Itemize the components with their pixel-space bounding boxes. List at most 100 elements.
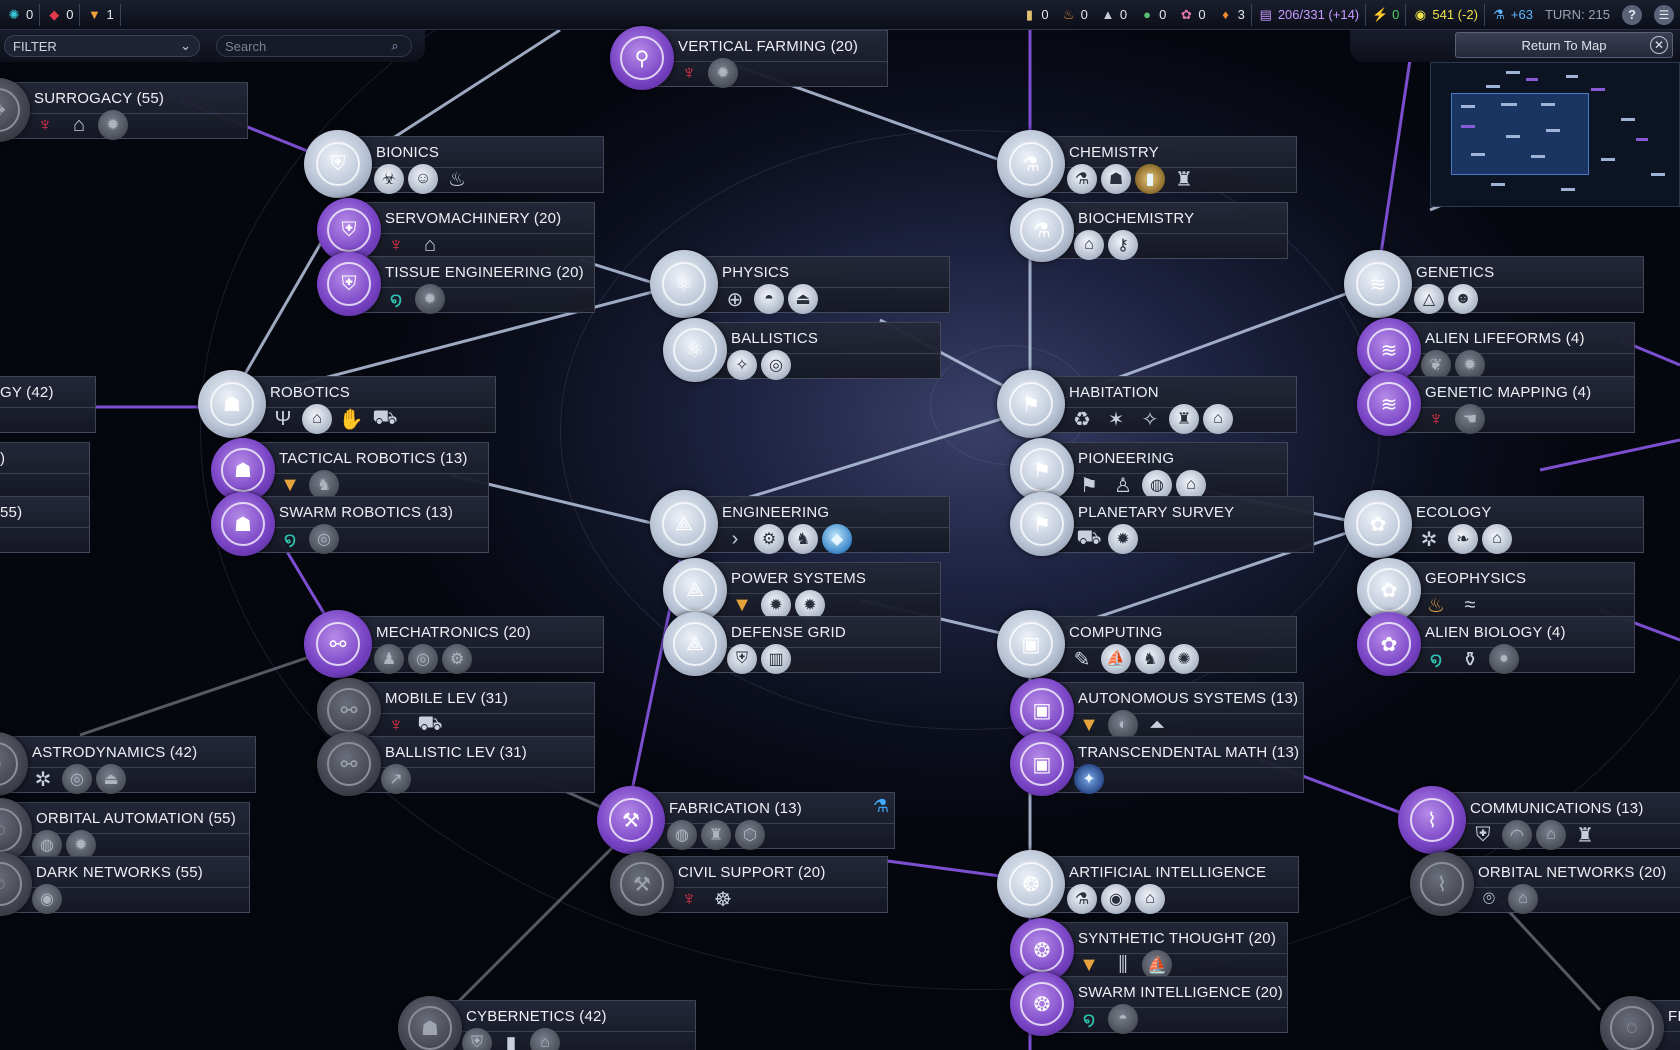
tech-habitation[interactable]: ⚑ HABITATION ♻ ✶ ✧ ♜ ⌂ (997, 370, 1297, 438)
tower-icon[interactable]: ♜ (1570, 820, 1600, 850)
tech-alien-biology[interactable]: ✿ ALIEN BIOLOGY (4) ໑ ⚱ ● (1357, 612, 1635, 676)
building-icon[interactable]: ⌂ (1482, 524, 1512, 554)
menu-button[interactable]: ☰ (1648, 0, 1680, 30)
tech-autonomous-systems[interactable]: ▣ AUTONOMOUS SYSTEMS (13) ▼ ◐ ⏶ (1010, 678, 1304, 742)
tech-tissue-engineering[interactable]: ⛨ TISSUE ENGINEERING (20) ໑ ✹ (317, 252, 595, 316)
tree-icon[interactable]: ✲ (1414, 524, 1444, 554)
bottle-icon[interactable]: ⚱ (1455, 644, 1485, 674)
harmony-affinity-icon[interactable]: ໑ (1074, 1004, 1104, 1034)
house-icon[interactable]: ⌂ (1203, 404, 1233, 434)
tech-astrodynamics[interactable]: ◌ ASTRODYNAMICS (42) ✲ ◎ ⏏ (0, 732, 256, 796)
culture[interactable]: ▤ 206/331 (+14) (1252, 0, 1365, 30)
worker-icon[interactable]: ☸ (708, 884, 738, 914)
orb-icon[interactable]: ◍ (667, 820, 697, 850)
tech-artificial-intelligence[interactable]: ❂ ARTIFICIAL INTELLIGENCE ⚗ ◉ ⌂ (997, 850, 1299, 918)
tech-alien-lifeforms[interactable]: ≋ ALIEN LIFEFORMS (4) ❦ ✹ (1357, 318, 1635, 382)
petroleum-icon[interactable]: ▮ (1135, 164, 1165, 194)
orb-icon[interactable]: ● (1489, 644, 1519, 674)
tech-genetic-mapping[interactable]: ≋ GENETIC MAPPING (4) ♆ ☚ (1357, 372, 1635, 436)
resource-geothermal[interactable]: ♨ 0 (1055, 0, 1094, 30)
building-icon[interactable]: ⌂ (1508, 884, 1538, 914)
arrow-icon[interactable]: › (720, 524, 750, 554)
tech-civil-support[interactable]: ⚒ CIVIL SUPPORT (20) ♆ ☸ (610, 852, 888, 916)
hand-icon[interactable]: ✋ (336, 404, 366, 434)
tech-partial-right[interactable]: ◌ FI (1600, 996, 1680, 1050)
hand-icon[interactable]: ☚ (1455, 404, 1485, 434)
eye-icon[interactable]: ◉ (1101, 884, 1131, 914)
tech-web[interactable]: ✺ 0 ◆ 0 ▼ 1 ▮ 0 ♨ 0 ▲ 0 ● 0 ✿ 0 ♦ 3 ▤ 206/331 (+14… (0, 0, 1680, 1050)
tank-icon[interactable]: ◎ (761, 350, 791, 380)
probe-icon[interactable]: ✎ (1067, 644, 1097, 674)
target-icon[interactable]: ◎ (408, 644, 438, 674)
wonder-icon[interactable]: ✹ (415, 284, 445, 314)
search-icon[interactable]: ⌕ (387, 38, 403, 54)
signal-icon[interactable]: ⌾ (1474, 884, 1504, 914)
tech-engineering[interactable]: ⟁ ENGINEERING › ⚙ ♞ ◆ (650, 490, 950, 558)
triangle-icon[interactable]: △ (1414, 284, 1444, 314)
bug-icon[interactable]: ☗ (1101, 164, 1131, 194)
artillery-icon[interactable]: ↗ (381, 764, 411, 794)
affinity-supremacy[interactable]: ▼ 1 (80, 0, 119, 30)
affinity-harmony[interactable]: ✺ 0 (0, 0, 39, 30)
tech-minimap[interactable] (1430, 62, 1680, 207)
drone-icon[interactable]: ⛟ (370, 404, 400, 434)
eye-icon[interactable]: ◉ (32, 884, 62, 914)
derrick-icon[interactable]: ♜ (1169, 164, 1199, 194)
leaf-icon[interactable]: ❧ (1448, 524, 1478, 554)
tech-swarm-intelligence[interactable]: ❂ SWARM INTELLIGENCE (20) ໑ ◓ (1010, 972, 1288, 1036)
ring-icon[interactable]: ◎ (62, 764, 92, 794)
purity-affinity-icon[interactable]: ♆ (674, 58, 704, 88)
tech-synthetic-thought[interactable]: ❂ SYNTHETIC THOUGHT (20) ▼ ⫼ ⛵ (1010, 918, 1288, 982)
gun-icon[interactable]: ✧ (727, 350, 757, 380)
antenna-icon[interactable]: ◎ (309, 524, 339, 554)
tech-transcendental-math[interactable]: ▣ TRANSCENDENTAL MATH (13) ✦ (1010, 732, 1304, 796)
dome-icon[interactable]: ◓ (754, 284, 784, 314)
resource-floatstone[interactable]: ● 0 (1133, 0, 1172, 30)
ship-icon[interactable]: ⛵ (1101, 644, 1131, 674)
telescope-icon[interactable]: ⚷ (1108, 230, 1138, 260)
resource-titanium[interactable]: ▲ 0 (1094, 0, 1133, 30)
factory-icon[interactable]: ⌂ (302, 404, 332, 434)
lab-icon[interactable]: ♜ (701, 820, 731, 850)
tech-swarm-robotics[interactable]: ☗ SWARM ROBOTICS (13) ໑ ◎ (211, 492, 489, 556)
tech-robotics[interactable]: ☗ ROBOTICS Ψ ⌂ ✋ ⛟ (198, 370, 496, 438)
tech-cybernetics[interactable]: ☗ CYBERNETICS (42) ⛨ ▮ ⌂ (398, 996, 696, 1050)
tech-communications[interactable]: ⌇ COMMUNICATIONS (13) ⛨ ◠ ⌂ ♜ (1398, 786, 1680, 854)
tech-partial-left-2[interactable]: ) (0, 442, 90, 499)
affinity-purity[interactable]: ◆ 0 (40, 0, 79, 30)
tech-defense-grid[interactable]: ⟁ DEFENSE GRID ⛨ ▥ (663, 612, 941, 676)
resource-firaxite[interactable]: ♦ 3 (1212, 0, 1251, 30)
building-icon[interactable]: ⌂ (1536, 820, 1566, 850)
dish-icon[interactable]: ◠ (1502, 820, 1532, 850)
building-icon[interactable]: ⌂ (1135, 884, 1165, 914)
close-icon[interactable]: ✕ (1650, 36, 1668, 54)
tech-ballistic-lev[interactable]: ⚯ BALLISTIC LEV (31) ↗ (317, 732, 595, 796)
tech-biochemistry[interactable]: ⚗ BIOCHEMISTRY ⌂ ⚷ (1010, 198, 1288, 262)
head-icon[interactable]: ☺ (408, 164, 438, 194)
tech-geophysics[interactable]: ✿ GEOPHYSICS ♨ ≈ (1357, 558, 1635, 622)
return-to-map-button[interactable]: Return To Map ✕ (1455, 32, 1673, 58)
tech-ballistics[interactable]: ⚛ BALLISTICS ✧ ◎ (663, 318, 941, 382)
wall-icon[interactable]: ▥ (761, 644, 791, 674)
tech-chemistry[interactable]: ⚗ CHEMISTRY ⚗ ☗ ▮ ♜ (997, 130, 1297, 198)
help-button[interactable]: ? (1616, 0, 1648, 30)
tech-bionics[interactable]: ⛨ BIONICS ☣ ☺ ♨ (304, 130, 604, 198)
rover-icon[interactable]: ⛟ (1074, 524, 1104, 554)
robot-icon[interactable]: ♞ (788, 524, 818, 554)
harmony-affinity-icon[interactable]: ໑ (275, 524, 305, 554)
network-icon[interactable]: ✺ (1169, 644, 1199, 674)
rocket-icon[interactable]: ⏏ (96, 764, 126, 794)
tech-partial-left-1[interactable]: GY (42) (0, 376, 96, 433)
harmony-affinity-icon[interactable]: ໑ (381, 284, 411, 314)
search-input[interactable] (225, 38, 385, 54)
purity-affinity-icon[interactable]: ♆ (30, 110, 60, 140)
tech-dark-networks[interactable]: ◌ DARK NETWORKS (55) ◉ (0, 852, 250, 916)
tech-surrogacy[interactable]: ❖ SURROGACY (55) ♆ ⌂ ✹ (0, 78, 248, 142)
mech-icon[interactable]: ♟ (374, 644, 404, 674)
alien-icon[interactable]: ☻ (1448, 284, 1478, 314)
star-burst-icon[interactable]: ✶ (1101, 404, 1131, 434)
satellite-icon[interactable]: ⊕ (720, 284, 750, 314)
engine-icon[interactable]: ⚙ (442, 644, 472, 674)
titanium-icon[interactable]: ◆ (822, 524, 852, 554)
purity-affinity-icon[interactable]: ♆ (1421, 404, 1451, 434)
